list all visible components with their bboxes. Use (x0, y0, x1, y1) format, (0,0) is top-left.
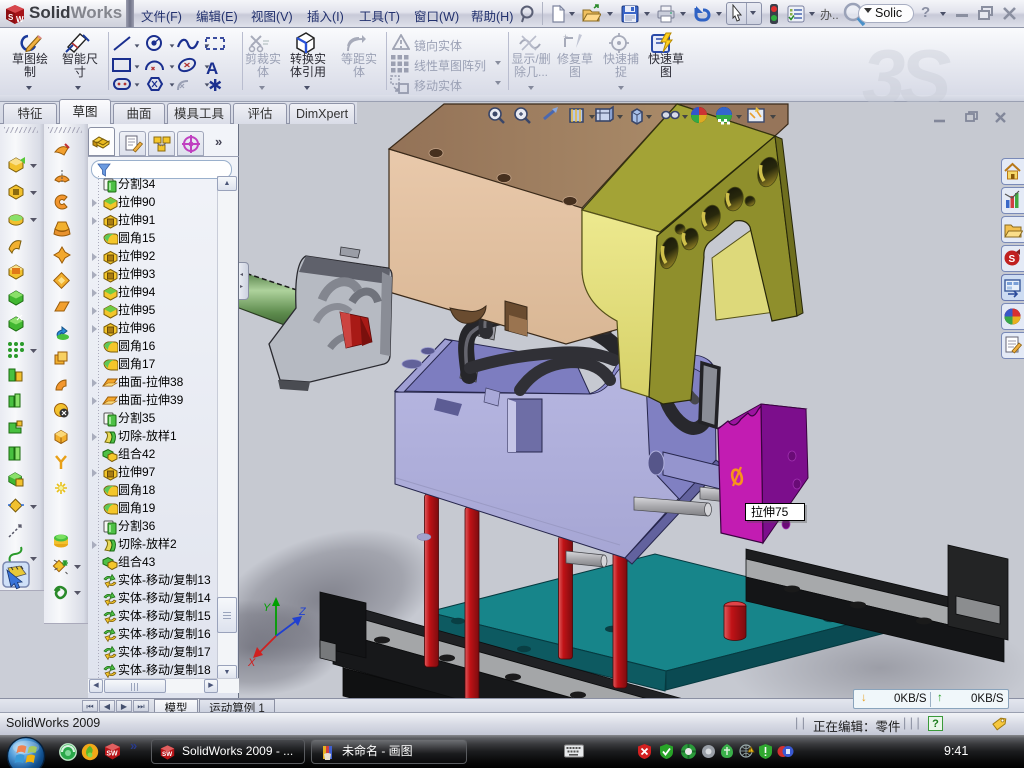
svg-text:SW: SW (162, 751, 172, 758)
svg-text:!: ! (750, 748, 751, 754)
svg-text:Z: Z (298, 606, 307, 618)
svg-text:SW: SW (106, 751, 118, 758)
svg-text:+: + (563, 32, 568, 42)
svg-text:S: S (1009, 254, 1016, 265)
svg-text:X: X (247, 657, 256, 669)
svg-text:Y: Y (263, 602, 271, 614)
svg-text:W: W (16, 15, 24, 24)
svg-text:S: S (8, 13, 14, 22)
